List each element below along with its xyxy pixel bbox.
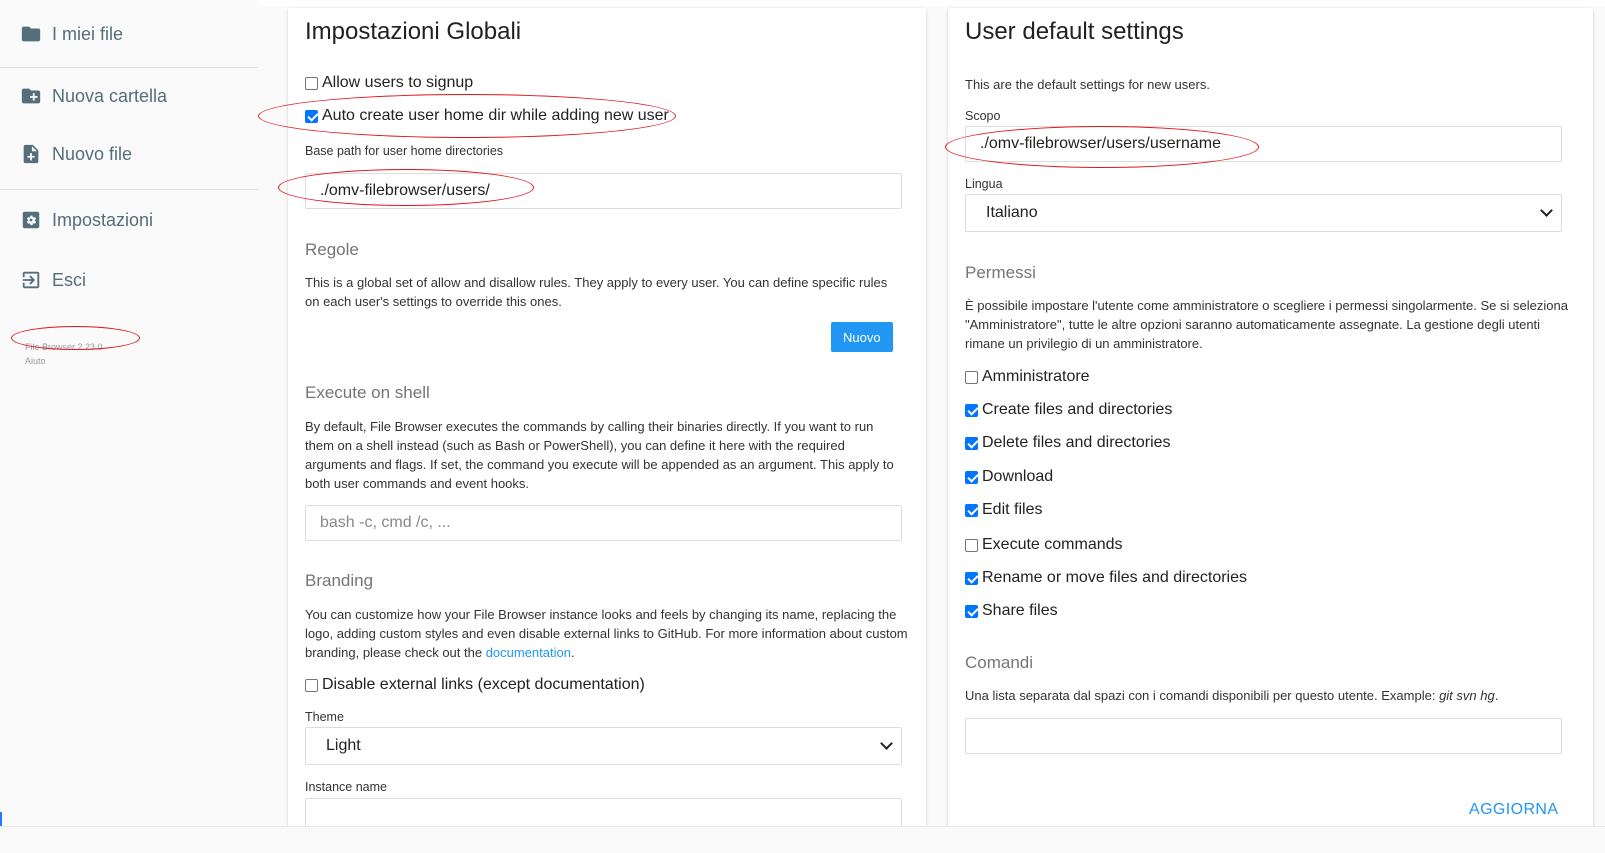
perm-admin-checkbox[interactable]: Amministratore [965,368,1090,386]
gear-icon [20,209,42,231]
sidebar-item-logout[interactable]: Esci [20,260,86,300]
theme-select-value: Light [326,737,361,754]
checkbox-label: Execute commands [982,536,1123,553]
theme-select[interactable]: Light [305,727,902,765]
checkbox-box[interactable] [965,604,978,618]
user-defaults-title: User default settings [965,18,1184,45]
help-link[interactable]: Aiuto [25,354,103,368]
new-rule-button[interactable]: Nuovo [831,322,893,352]
theme-label: Theme [305,710,344,724]
checkbox-box[interactable] [965,403,978,417]
chevron-down-icon [1540,204,1553,217]
perm-share-checkbox[interactable]: Share files [965,602,1058,620]
branding-description: You can customize how your File Browser … [305,607,908,660]
checkbox-box[interactable] [965,503,978,517]
permissions-title: Permessi [965,263,1036,282]
sidebar-item-new-file[interactable]: Nuovo file [20,134,132,174]
perm-create-checkbox[interactable]: Create files and directories [965,401,1172,419]
global-settings-card: Impostazioni Globali Allow users to sign… [258,8,926,853]
commands-input[interactable] [965,718,1562,754]
checkbox-label: Allow users to signup [322,74,474,91]
auto-home-checkbox[interactable]: Auto create user home dir while adding n… [305,107,669,125]
perm-edit-checkbox[interactable]: Edit files [965,501,1042,519]
checkbox-box[interactable] [965,436,978,450]
checkbox-label: Rename or move files and directories [982,569,1248,586]
sidebar-item-label: Impostazioni [52,209,154,230]
perm-delete-checkbox[interactable]: Delete files and directories [965,434,1171,452]
sidebar-divider [0,189,258,190]
checkbox-box[interactable] [965,370,978,384]
checkbox-label: Download [982,468,1054,485]
instance-name-label: Instance name [305,780,387,794]
allow-signup-checkbox[interactable]: Allow users to signup [305,74,473,92]
disable-links-checkbox[interactable]: Disable external links (except documenta… [305,676,645,694]
logout-icon [20,269,42,291]
chevron-down-icon [880,737,893,750]
sidebar-item-label: Nuova cartella [52,85,168,106]
checkbox-label: Auto create user home dir while adding n… [322,107,669,124]
perm-download-checkbox[interactable]: Download [965,468,1053,486]
rules-description: This is a global set of allow and disall… [305,275,888,309]
checkbox-box[interactable] [305,678,318,692]
checkbox-label: Create files and directories [982,401,1173,418]
language-label: Lingua [965,177,1003,191]
folder-icon [20,23,42,45]
perm-rename-checkbox[interactable]: Rename or move files and directories [965,569,1247,587]
shell-description: By default, File Browser executes the co… [305,419,894,491]
checkbox-label: Disable external links (except documenta… [322,676,645,693]
checkbox-box[interactable] [305,109,318,123]
version-link[interactable]: File Browser 2.23.0 [25,340,103,354]
top-edge [258,0,1605,6]
sidebar-item-my-files[interactable]: I miei file [20,14,123,54]
base-path-input[interactable]: ./omv-filebrowser/users/ [305,173,902,209]
checkbox-box[interactable] [965,538,978,552]
branding-title: Branding [305,571,374,590]
checkbox-label: Delete files and directories [982,434,1171,451]
checkbox-box[interactable] [965,470,978,484]
documentation-link[interactable]: documentation [486,645,571,660]
checkbox-label: Share files [982,602,1058,619]
credits: File Browser 2.23.0 Aiuto [25,340,103,368]
sidebar-item-settings[interactable]: Impostazioni [20,200,153,240]
language-select-value: Italiano [986,204,1038,221]
perm-execute-checkbox[interactable]: Execute commands [965,536,1123,554]
shell-title: Execute on shell [305,383,430,402]
sidebar-item-label: I miei file [52,23,124,44]
global-settings-title: Impostazioni Globali [305,18,522,45]
base-path-label: Base path for user home directories [305,144,504,158]
file-plus-icon [20,143,42,165]
scope-label: Scopo [965,109,1001,123]
status-bar [0,826,1605,853]
user-defaults-description: This are the default settings for new us… [965,77,1210,92]
shell-input[interactable]: bash -c, cmd /c, ... [305,505,902,541]
permissions-description: È possibile impostare l'utente come ammi… [965,298,1568,351]
sidebar: I miei file Nuova cartella Nuovo file Im… [0,0,258,853]
sidebar-item-new-folder[interactable]: Nuova cartella [20,76,167,116]
checkbox-label: Edit files [982,501,1043,518]
commands-title: Comandi [965,653,1034,672]
checkbox-label: Amministratore [982,368,1090,385]
sidebar-divider [0,67,258,68]
language-select[interactable]: Italiano [965,194,1562,232]
folder-plus-icon [20,85,42,107]
rules-title: Regole [305,240,359,259]
sidebar-item-label: Esci [52,269,87,290]
user-defaults-card: User default settings This are the defau… [945,8,1593,853]
checkbox-box[interactable] [965,571,978,585]
commands-description: Una lista separata dal spazi con i coman… [965,688,1499,703]
checkbox-box[interactable] [305,76,318,90]
scope-input[interactable]: ./omv-filebrowser/users/username [965,126,1562,162]
sidebar-item-label: Nuovo file [52,143,133,164]
update-button[interactable]: AGGIORNA [1469,801,1558,819]
